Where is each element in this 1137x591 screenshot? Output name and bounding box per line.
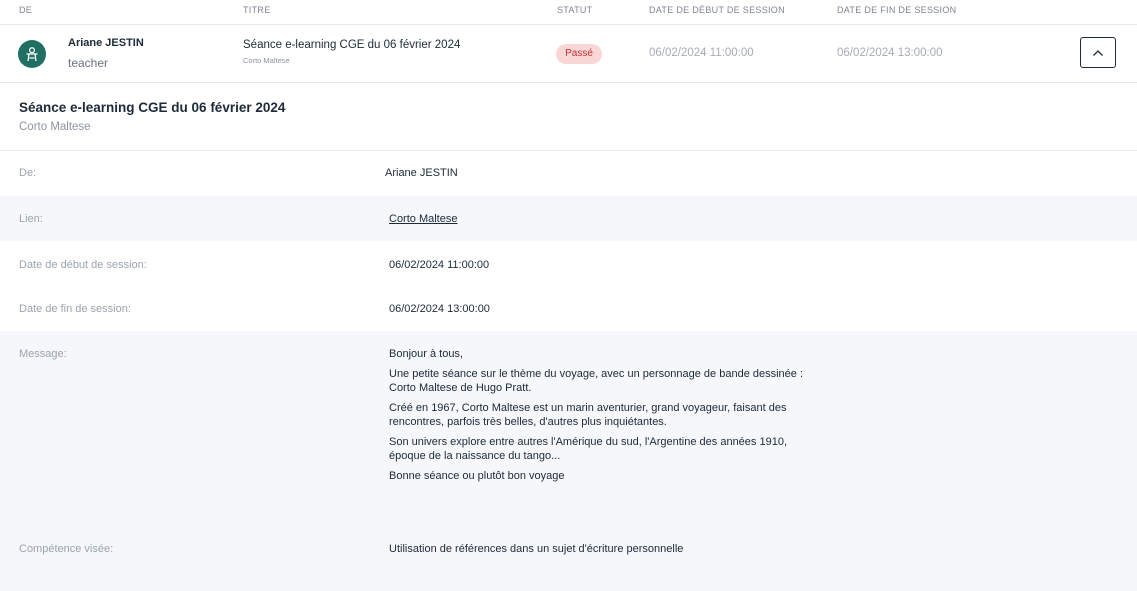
header-end-date: DATE DE FIN DE SESSION [837, 5, 957, 15]
start-date: 06/02/2024 11:00:00 [649, 47, 754, 59]
link-label: Lien: [19, 213, 43, 225]
status-badge: Passé [556, 44, 602, 64]
message-line: Bonjour à tous, [389, 348, 463, 360]
table-row[interactable]: Ariane JESTIN teacher Séance e-learning … [0, 24, 1137, 83]
header-from: DE [19, 5, 33, 15]
skill-value: Utilisation de références dans un sujet … [389, 543, 684, 555]
detail-row-from: De: Ariane JESTIN [0, 151, 1137, 196]
message-label: Message: [19, 348, 67, 360]
end-date: 06/02/2024 13:00:00 [837, 47, 943, 59]
resource-link[interactable]: Corto Maltese [389, 213, 457, 225]
header-start-date: DATE DE DÉBUT DE SESSION [649, 5, 785, 15]
session-panel: DE TITRE STATUT DATE DE DÉBUT DE SESSION… [0, 0, 1137, 591]
user-role: teacher [68, 56, 109, 70]
skill-label: Compétence visée: [19, 543, 114, 555]
end-label: Date de fin de session: [19, 303, 131, 315]
from-value: Ariane JESTIN [385, 167, 458, 179]
detail-row-end: Date de fin de session: 06/02/2024 13:00… [0, 286, 1137, 331]
detail-subtitle: Corto Maltese [19, 121, 91, 133]
session-subtitle: Corto Maltese [243, 56, 290, 65]
detail-title: Séance e-learning CGE du 06 février 2024 [19, 100, 286, 115]
end-value: 06/02/2024 13:00:00 [389, 303, 490, 315]
user-name: Ariane JESTIN [68, 37, 144, 49]
detail-row-start: Date de début de session: 06/02/2024 11:… [0, 241, 1137, 286]
start-value: 06/02/2024 11:00:00 [389, 259, 490, 271]
chevron-up-icon [1093, 49, 1103, 56]
header-status: STATUT [557, 5, 593, 15]
message-line: Bonne séance ou plutôt bon voyage [389, 469, 565, 482]
detail-row-message: Message: Bonjour à tous, Une petite séan… [0, 331, 1137, 591]
teacher-avatar-icon [18, 40, 46, 68]
collapse-button[interactable] [1080, 37, 1116, 68]
detail-row-link: Lien: Corto Maltese [0, 196, 1137, 241]
message-line: Créé en 1967, Corto Maltese est un marin… [389, 401, 787, 429]
message-body: Bonjour à tous, Une petite séance sur le… [389, 347, 809, 488]
message-line: Son univers explore entre autres l'Améri… [389, 435, 788, 463]
start-label: Date de début de session: [19, 259, 147, 271]
table-header: DE TITRE STATUT DATE DE DÉBUT DE SESSION… [0, 0, 1137, 25]
session-title: Séance e-learning CGE du 06 février 2024 [243, 39, 461, 51]
message-line: Une petite séance sur le thème du voyage… [389, 367, 804, 395]
header-title: TITRE [243, 5, 271, 15]
from-label: De: [19, 167, 37, 179]
